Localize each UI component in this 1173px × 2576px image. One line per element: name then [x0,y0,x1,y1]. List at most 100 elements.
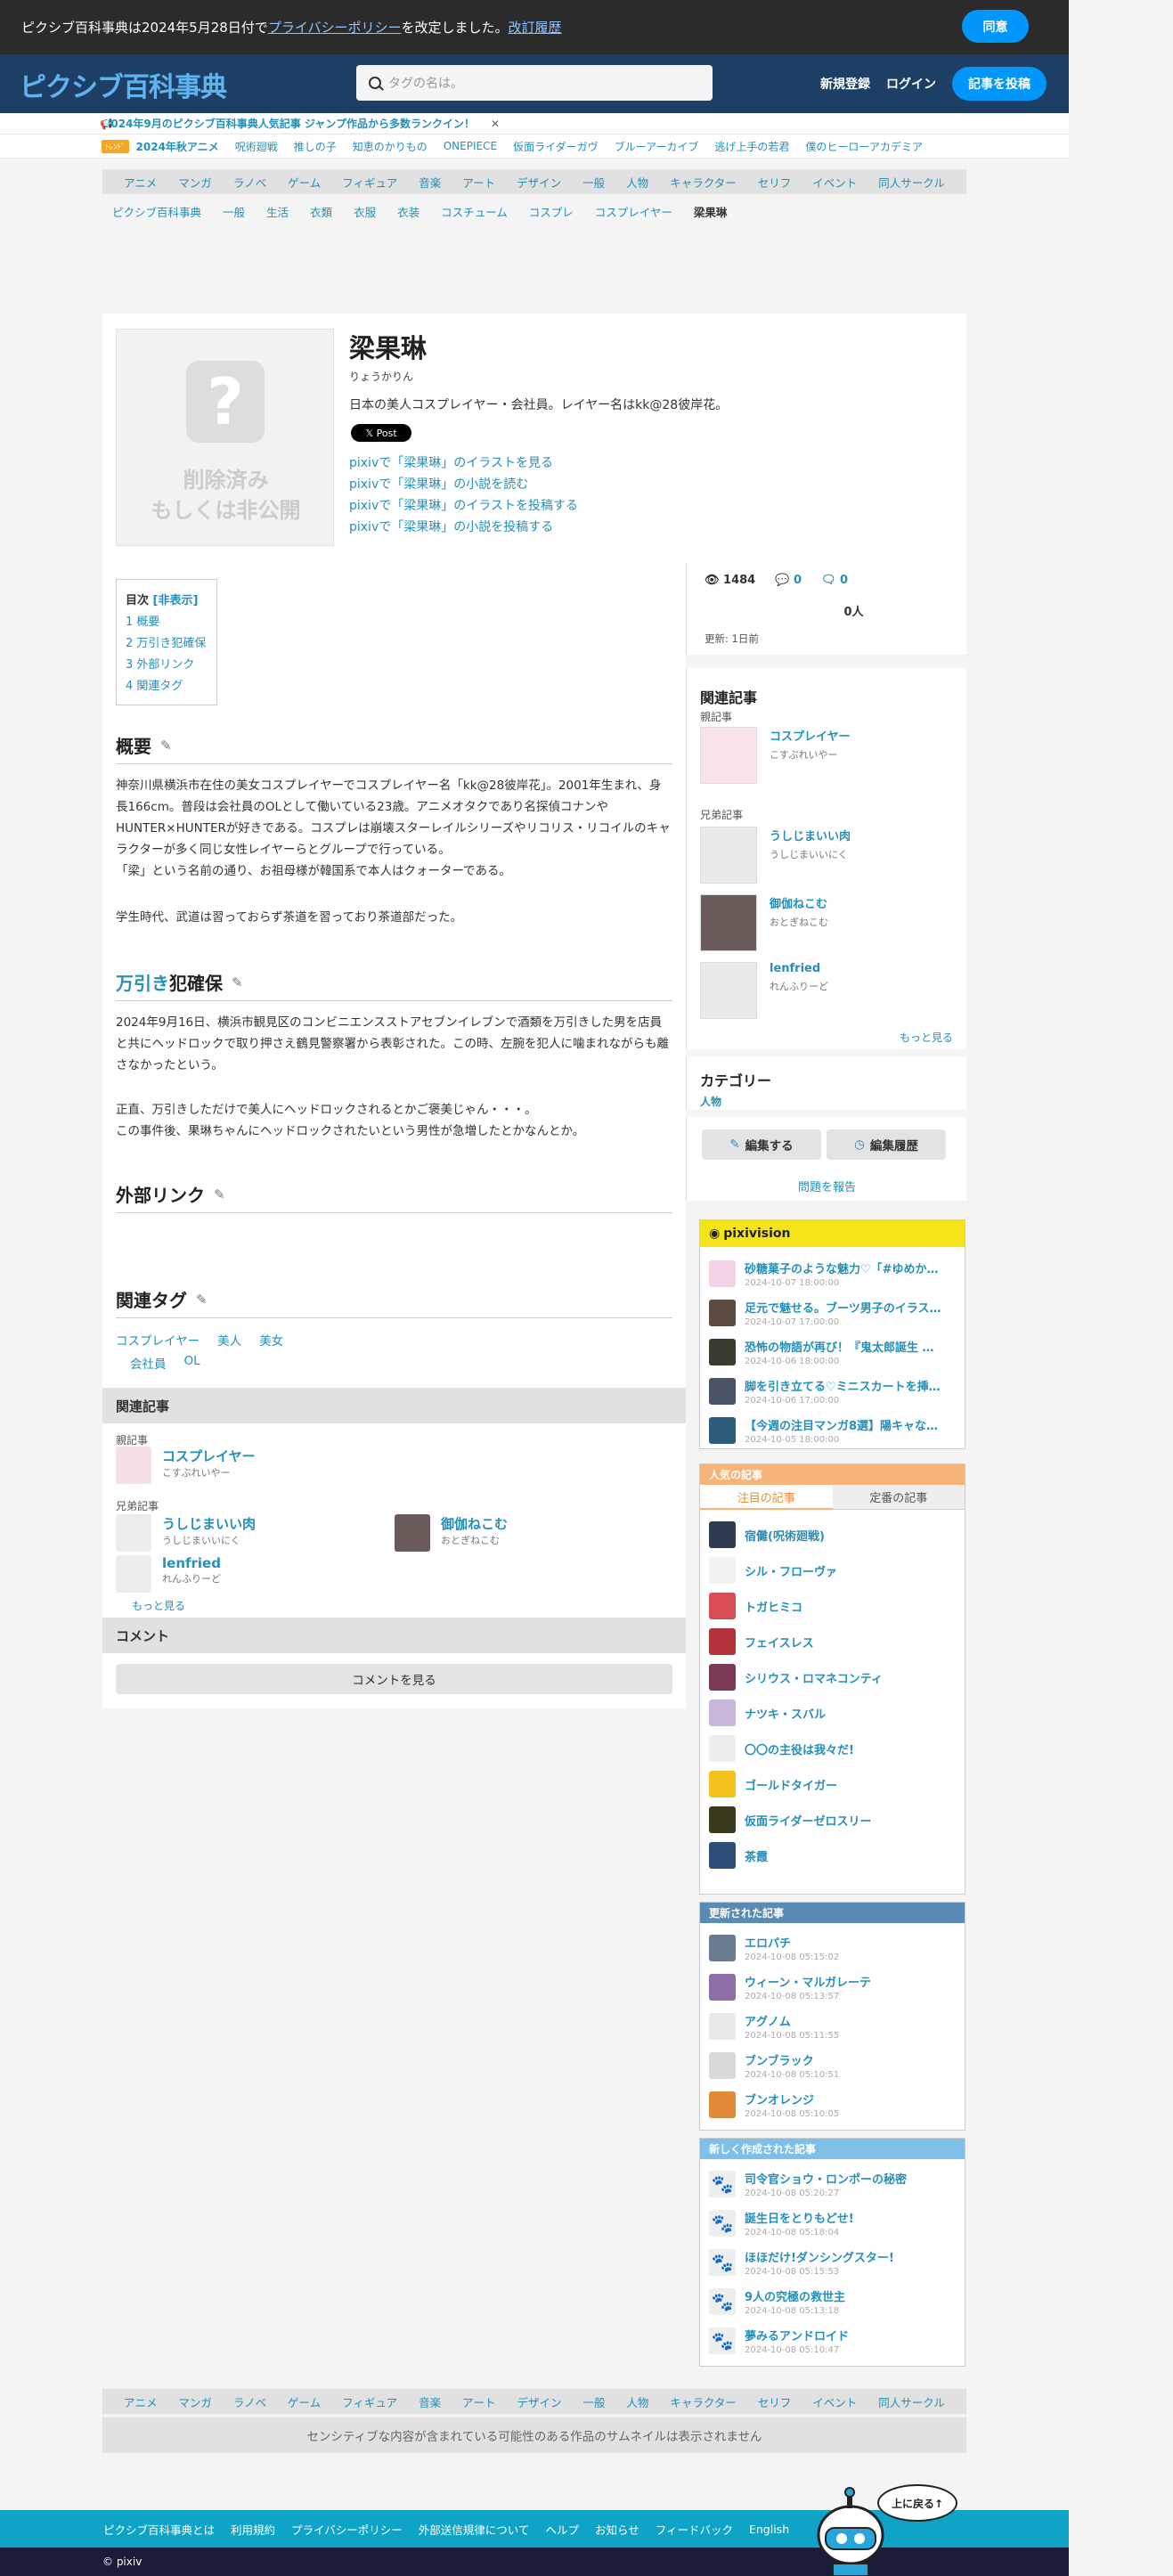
notice-link[interactable]: 2024年9月のピクシブ百科事典人気記事 ジャンプ作品から多数ランクイン！ [103,116,475,131]
new-item[interactable]: 🐾 誕生日をとりもどせ! 2024-10-08 05:18:04 [700,2204,965,2243]
nav-item[interactable]: アニメ [124,2393,158,2410]
pixivision-item[interactable]: 【今週の注目マンガ8選】陽キャな… 2024-10-05 18:00:00 [700,1411,965,1450]
pixivision-item[interactable]: 恐怖の物語が再び！『鬼太郎誕生 … 2024-10-06 18:00:00 [700,1333,965,1372]
new-item[interactable]: 🐾 ほほだけ!ダンシングスター! 2024-10-08 05:15:53 [700,2243,965,2282]
more-link[interactable]: もっと見る [900,1030,953,1045]
trend-item[interactable]: 逃げ上手の若君 [714,139,789,154]
nav-item[interactable]: デザイン [517,174,561,191]
trend-item[interactable]: 2024年秋アニメ [136,139,219,154]
popular-item[interactable]: シル・フローヴァ [700,1553,965,1588]
popular-item[interactable]: 茶霞 [700,1838,965,1873]
nav-item[interactable]: アート [462,174,495,191]
new-item[interactable]: 🐾 9人の究極の救世主 2024-10-08 05:13:18 [700,2282,965,2321]
updated-item[interactable]: エロパチ 2024-10-08 05:15:02 [700,1928,965,1968]
nav-item[interactable]: キャラクター [670,2393,737,2410]
privacy-policy-link[interactable]: プライバシーポリシー [268,18,402,37]
breadcrumb-item[interactable]: 衣類 [310,203,332,220]
new-item[interactable]: 🐾 夢みるアンドロイド 2024-10-08 05:10:47 [700,2321,965,2360]
nav-item[interactable]: ラノベ [233,2393,266,2410]
nav-item[interactable]: イベント [812,2393,857,2410]
category-link[interactable]: 人物 [700,1094,721,1109]
trend-item[interactable]: 僕のヒーローアカデミア [805,139,923,154]
toc-item[interactable]: 2 万引き犯確保 [126,633,208,655]
x-post-button[interactable]: 𝕏 Post [351,424,411,442]
nav-item[interactable]: セリフ [758,2393,792,2410]
popular-item[interactable]: トガヒミコ [700,1588,965,1624]
view-comments-button[interactable]: コメントを見る [116,1664,672,1694]
pixivision-item[interactable]: 脚を引き立てる♡ミニスカートを挿… 2024-10-06 17:00:00 [700,1372,965,1411]
pixiv-novel-link[interactable]: pixivで「梁果琳」の小説を読む [349,474,578,495]
tag-link[interactable]: 美女 [259,1331,283,1349]
updated-item[interactable]: アグノム 2024-10-08 05:11:55 [700,2007,965,2046]
nav-item[interactable]: アニメ [124,174,157,191]
breadcrumb-item[interactable]: コスプレイヤー [595,203,672,220]
tab-trending[interactable]: 注目の記事 [700,1485,833,1510]
nav-item[interactable]: マンガ [178,2393,212,2410]
parent-article[interactable]: コスプレイヤー こすぷれいやー [700,727,851,784]
popular-item[interactable]: 〇〇の主役は我々だ! [700,1731,965,1766]
edit-pencil-icon[interactable]: ✎ [232,974,243,990]
breadcrumb-item[interactable]: 生活 [266,203,289,220]
edit-pencil-icon[interactable]: ✎ [160,738,172,754]
updated-item[interactable]: ウィーン・マルガレーテ 2024-10-08 05:13:57 [700,1968,965,2007]
nav-item[interactable]: マンガ [178,174,212,191]
trend-item[interactable]: 呪術廻戦 [235,139,278,154]
edit-pencil-icon[interactable]: ✎ [196,1292,208,1308]
pixivision-item[interactable]: 砂糖菓子のような魅力♡「#ゆめか… 2024-10-07 18:00:00 [700,1254,965,1293]
pixiv-post-illust-link[interactable]: pixivで「梁果琳」のイラストを投稿する [349,495,578,517]
edit-pencil-icon[interactable]: ✎ [214,1186,225,1202]
nav-item[interactable]: ラノベ [233,174,266,191]
back-to-top-button[interactable]: 上に戻る↑ [877,2484,957,2522]
nav-item[interactable]: セリフ [758,174,792,191]
nav-item[interactable]: アート [462,2393,496,2410]
nav-item[interactable]: デザイン [517,2393,561,2410]
footer-link[interactable]: 利用規約 [231,2521,275,2538]
nav-item[interactable]: 同人サークル [878,174,945,191]
breadcrumb-item[interactable]: 衣装 [397,203,420,220]
sibling-article[interactable]: うしじまいい肉 うしじまいいにく [116,1514,256,1552]
footer-link[interactable]: お知らせ [595,2521,639,2538]
parent-article[interactable]: コスプレイヤー こすぷれいやー [116,1447,256,1484]
trend-item[interactable]: ブルーアーカイブ [615,139,699,154]
updated-item[interactable]: ブンオレンジ 2024-10-08 05:10:05 [700,2085,965,2124]
breadcrumb-item[interactable]: 一般 [223,203,245,220]
search-input[interactable]: タグの名は。 [356,65,713,101]
nav-item[interactable]: 同人サークル [878,2393,945,2410]
nav-item[interactable]: 人物 [626,2393,648,2410]
popular-item[interactable]: 宿儺(呪術廻戦) [700,1517,965,1553]
tag-link[interactable]: 美人 [217,1331,241,1349]
popular-item[interactable]: シリウス・ロマネコンティ [700,1659,965,1695]
popular-item[interactable]: フェイスレス [700,1624,965,1659]
toc-item[interactable]: 1 概要 [126,612,208,633]
sibling-article[interactable]: 御伽ねこむ おとぎねこむ [395,1514,508,1552]
nav-item[interactable]: フィギュア [342,174,397,191]
tag-link[interactable]: OL [184,1354,200,1372]
register-link[interactable]: 新規登録 [820,75,870,93]
pixiv-illust-link[interactable]: pixivで「梁果琳」のイラストを見る [349,452,578,474]
popular-item[interactable]: ナツキ・スバル [700,1695,965,1731]
sibling-article[interactable]: lenfried れんふりーど [116,1555,221,1593]
nav-item[interactable]: 音楽 [419,2393,441,2410]
post-article-button[interactable]: 記事を投稿 [952,67,1047,101]
site-logo[interactable]: ピクシブ百科事典 [20,65,227,104]
toc-toggle[interactable]: [非表示] [153,594,199,607]
sibling-article[interactable]: 御伽ねこむ おとぎねこむ [700,894,828,951]
footer-link[interactable]: ピクシブ百科事典とは [103,2521,215,2538]
edit-button[interactable]: ✎ 編集する [702,1129,821,1160]
footer-link[interactable]: English [749,2523,789,2536]
edit-history-button[interactable]: ◷ 編集履歴 [827,1129,946,1160]
footer-link[interactable]: プライバシーポリシー [291,2521,403,2538]
popular-item[interactable]: ゴールドタイガー [700,1766,965,1802]
breadcrumb-item[interactable]: 衣服 [354,203,376,220]
breadcrumb-item[interactable]: コスプレ [529,203,574,220]
tag-link[interactable]: コスプレイヤー [116,1331,200,1349]
breadcrumb-item[interactable]: コスチューム [441,203,508,220]
toc-item[interactable]: 3 外部リンク [126,655,208,676]
trend-item[interactable]: 推しの子 [294,139,337,154]
updated-item[interactable]: ブンブラック 2024-10-08 05:10:51 [700,2046,965,2085]
trend-item[interactable]: 仮面ライダーガヴ [513,139,599,154]
breadcrumb-item[interactable]: ピクシブ百科事典 [112,203,201,220]
report-link[interactable]: 問題を報告 [687,1178,967,1194]
pixiv-post-novel-link[interactable]: pixivで「梁果琳」の小説を投稿する [349,517,578,538]
sibling-article[interactable]: lenfried れんふりーど [700,962,828,1019]
